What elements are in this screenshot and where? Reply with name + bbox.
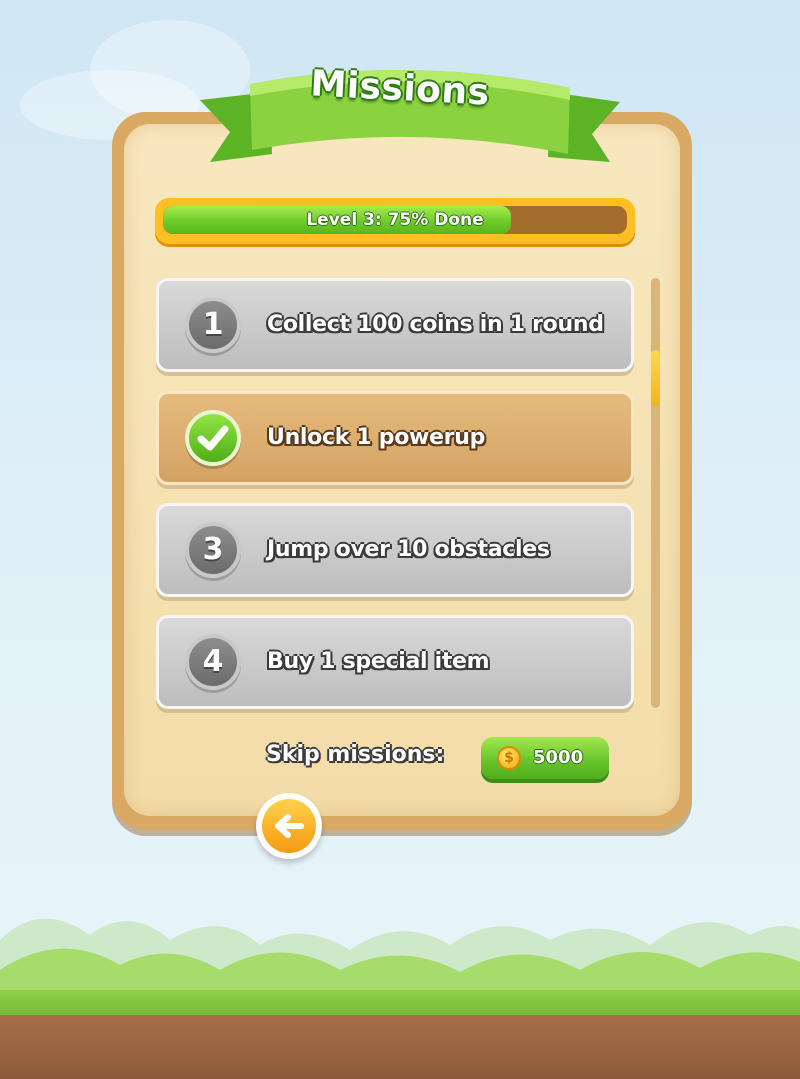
mission-row[interactable]: 1 Collect 100 coins in 1 round bbox=[156, 278, 634, 372]
back-button-face bbox=[262, 799, 316, 853]
mission-number-badge: 1 bbox=[185, 297, 241, 353]
skip-missions-button[interactable]: $ 5000 bbox=[481, 737, 609, 779]
mission-number-badge: 4 bbox=[185, 634, 241, 690]
check-icon bbox=[185, 410, 241, 466]
ground bbox=[0, 1015, 800, 1079]
back-arrow-icon bbox=[275, 814, 304, 838]
progress-label: Level 3: 75% Done bbox=[306, 210, 484, 230]
back-button[interactable] bbox=[256, 793, 322, 859]
scrollbar-thumb[interactable] bbox=[651, 350, 660, 406]
mission-text: Collect 100 coins in 1 round bbox=[267, 312, 604, 337]
scrollbar-track[interactable] bbox=[651, 278, 660, 708]
mission-row[interactable]: 3 Jump over 10 obstacles bbox=[156, 503, 634, 597]
mission-number-badge: 3 bbox=[185, 522, 241, 578]
skip-missions-label: Skip missions: bbox=[266, 742, 445, 767]
level-progress-bar: Level 3: 75% Done bbox=[155, 198, 635, 244]
mission-row-completed[interactable]: Unlock 1 powerup bbox=[156, 391, 634, 485]
skip-cost: 5000 bbox=[533, 747, 584, 768]
coin-icon: $ bbox=[497, 746, 521, 770]
mission-text: Unlock 1 powerup bbox=[267, 425, 486, 450]
mission-text: Buy 1 special item bbox=[267, 649, 490, 674]
mission-text: Jump over 10 obstacles bbox=[267, 537, 550, 562]
progress-track: Level 3: 75% Done bbox=[163, 206, 627, 234]
mission-row[interactable]: 4 Buy 1 special item bbox=[156, 615, 634, 709]
